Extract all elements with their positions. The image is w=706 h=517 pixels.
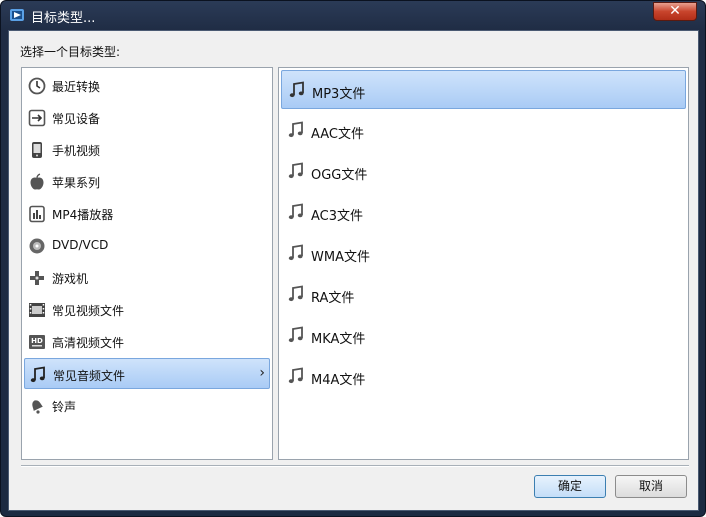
music-note-icon <box>288 244 303 261</box>
category-item-apple[interactable]: 苹果系列 <box>24 166 270 197</box>
format-item-ogg[interactable]: OGG文件 <box>281 152 686 191</box>
format-item-mka[interactable]: MKA文件 <box>281 316 686 355</box>
cancel-button[interactable]: 取消 <box>615 475 687 498</box>
clock-icon <box>28 77 46 95</box>
format-label: RA文件 <box>311 291 355 306</box>
format-item-wma[interactable]: WMA文件 <box>281 234 686 273</box>
category-label: 高清视频文件 <box>52 336 125 350</box>
format-label: OGG文件 <box>311 168 368 183</box>
format-item-m4a[interactable]: M4A文件 <box>281 357 686 396</box>
category-item-game[interactable]: 游戏机 <box>24 262 270 293</box>
format-label: M4A文件 <box>311 373 366 388</box>
category-item-phone[interactable]: 手机视频 <box>24 134 270 165</box>
separator <box>21 465 689 467</box>
format-label: MKA文件 <box>311 332 366 347</box>
music-note-icon <box>289 81 304 98</box>
music-note-icon <box>288 326 303 343</box>
category-label: 常见设备 <box>52 112 101 126</box>
category-label: 游戏机 <box>52 272 89 286</box>
format-item-aac[interactable]: AAC文件 <box>281 111 686 150</box>
disc-icon <box>29 238 45 254</box>
category-label: 常见视频文件 <box>52 304 125 318</box>
title-bar[interactable]: 目标类型... ✕ <box>1 1 705 29</box>
music-note-icon <box>288 121 303 138</box>
music-note-icon <box>30 366 45 383</box>
svg-text:HD: HD <box>31 337 43 345</box>
category-item-devices[interactable]: 常见设备 <box>24 102 270 133</box>
chevron-right-icon: › <box>259 365 265 381</box>
close-button[interactable]: ✕ <box>653 2 697 21</box>
apple-icon <box>30 173 44 190</box>
category-item-mp4[interactable]: MP4播放器 <box>24 198 270 229</box>
format-label: WMA文件 <box>311 250 370 265</box>
category-label: 苹果系列 <box>52 176 101 190</box>
app-icon <box>10 9 24 21</box>
category-label: 最近转换 <box>52 80 101 94</box>
category-item-audio-files[interactable]: 常见音频文件 › <box>24 358 270 389</box>
category-list[interactable]: 最近转换 常见设备 手机视频 苹果系列 MP4播放器 DVD/VCD 游戏机 常… <box>21 67 273 460</box>
music-note-icon <box>288 162 303 179</box>
category-item-video-files[interactable]: 常见视频文件 <box>24 294 270 325</box>
music-note-icon <box>288 203 303 220</box>
prompt-label: 选择一个目标类型: <box>20 45 121 59</box>
category-label: MP4播放器 <box>52 208 114 222</box>
format-label: AAC文件 <box>311 127 364 142</box>
format-item-ac3[interactable]: AC3文件 <box>281 193 686 232</box>
category-label: DVD/VCD <box>52 238 109 252</box>
bell-icon <box>32 400 43 414</box>
music-note-icon <box>288 285 303 302</box>
format-list[interactable]: MP3文件 AAC文件 OGG文件 AC3文件 WMA文件 RA文件 MKA文件… <box>278 67 689 460</box>
category-label: 手机视频 <box>52 144 101 158</box>
dialog-window: 目标类型... ✕ 选择一个目标类型: 最近转换 常见设备 手机视频 苹果系列 <box>0 0 706 517</box>
dialog-body: 选择一个目标类型: 最近转换 常见设备 手机视频 苹果系列 MP4播放器 DVD… <box>8 30 699 511</box>
category-item-dvd[interactable]: DVD/VCD <box>24 230 270 261</box>
arrow-box-icon <box>28 109 46 127</box>
film-icon <box>29 303 45 317</box>
format-label: MP3文件 <box>312 87 366 102</box>
category-label: 铃声 <box>52 400 77 414</box>
format-label: AC3文件 <box>311 209 364 224</box>
phone-icon <box>32 142 42 158</box>
ok-button[interactable]: 确定 <box>534 475 606 498</box>
mp4-player-icon <box>29 205 45 223</box>
format-item-mp3[interactable]: MP3文件 <box>281 70 686 109</box>
gamepad-icon <box>30 271 44 285</box>
category-label: 常见音频文件 <box>53 369 126 383</box>
category-item-hd-video[interactable]: HD 高清视频文件 <box>24 326 270 357</box>
window-title: 目标类型... <box>31 11 96 26</box>
music-note-icon <box>288 367 303 384</box>
format-item-ra[interactable]: RA文件 <box>281 275 686 314</box>
hd-icon: HD <box>29 335 45 349</box>
category-item-recent[interactable]: 最近转换 <box>24 70 270 101</box>
category-item-ringtone[interactable]: 铃声 <box>24 390 270 421</box>
